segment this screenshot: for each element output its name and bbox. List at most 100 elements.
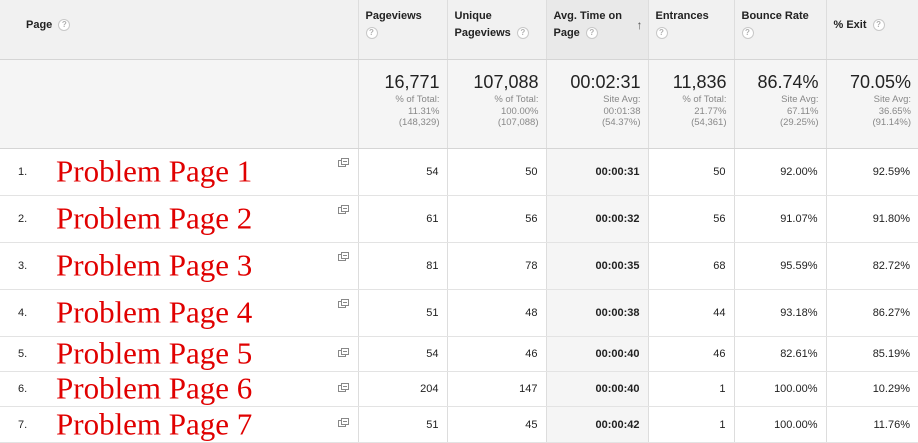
page-link[interactable]: Problem Page 1: [56, 154, 252, 188]
page-link[interactable]: Problem Page 4: [56, 295, 252, 329]
page-link[interactable]: Problem Page 2: [56, 201, 252, 235]
entrances-cell: 68: [647, 242, 734, 290]
row-index: 6.: [18, 383, 28, 395]
entrances-cell: 44: [647, 289, 734, 337]
open-page-icon[interactable]: [337, 252, 349, 261]
table-row: 6. Problem Page 6 204 147 00:00:40 1 100…: [0, 371, 918, 407]
bounce-rate-cell: 95.59%: [733, 242, 826, 290]
summary-value: 00:02:31: [570, 72, 641, 92]
unique-pageviews-cell: 147: [446, 371, 546, 407]
summary-caption: % of Total:: [395, 94, 440, 105]
unique-pageviews-cell: 56: [446, 195, 546, 243]
help-icon[interactable]: ?: [655, 27, 668, 39]
column-header-label: Page: [26, 19, 53, 31]
summary-unique-pageviews: 107,088 % of Total: 100.00% (107,088): [446, 59, 546, 149]
help-icon[interactable]: ?: [516, 27, 529, 40]
row-index: 5.: [18, 348, 28, 360]
open-page-icon[interactable]: [337, 299, 349, 308]
page-cell: 2. Problem Page 2: [0, 195, 358, 243]
column-header-avg-time-on-page[interactable]: Avg. Time on Page ? ↑: [545, 0, 648, 60]
avg-time-cell: 00:00:38: [545, 289, 648, 337]
open-page-icon[interactable]: [337, 205, 349, 214]
summary-caption: Site Avg:: [781, 94, 819, 105]
row-index: 2.: [18, 213, 28, 225]
table-row: 7. Problem Page 7 51 45 00:00:42 1 100.0…: [0, 406, 918, 443]
help-icon[interactable]: ?: [741, 27, 754, 39]
unique-pageviews-cell: 45: [446, 406, 546, 443]
row-index: 3.: [18, 260, 28, 272]
column-header-page[interactable]: Page ?: [0, 0, 358, 60]
summary-value: 86.74%: [757, 72, 819, 92]
bounce-rate-cell: 92.00%: [733, 148, 826, 196]
entrances-cell: 50: [647, 148, 734, 196]
help-icon[interactable]: ?: [872, 19, 885, 32]
summary-caption: % of Total:: [682, 94, 727, 105]
table-row: 3. Problem Page 3 81 78 00:00:35 68 95.5…: [0, 242, 918, 290]
exit-cell: 82.72%: [825, 242, 918, 290]
avg-time-cell: 00:00:35: [545, 242, 648, 290]
page-link[interactable]: Problem Page 3: [56, 248, 252, 282]
entrances-cell: 1: [647, 371, 734, 407]
page-cell: 6. Problem Page 6: [0, 371, 358, 407]
summary-caption: Site Avg:: [603, 94, 641, 105]
page-link[interactable]: Problem Page 7: [56, 407, 252, 441]
header-row: Page ? Pageviews ? Unique Pageviews ? Av…: [0, 0, 918, 60]
column-header-label: Pageviews: [365, 10, 422, 22]
help-icon[interactable]: ?: [365, 27, 378, 39]
exit-cell: 92.59%: [825, 148, 918, 196]
column-header-label-line1: Avg. Time on: [553, 10, 622, 22]
avg-time-cell: 00:00:32: [545, 195, 648, 243]
page-cell: 7. Problem Page 7: [0, 406, 358, 443]
avg-time-cell: 00:00:40: [545, 336, 648, 372]
summary-avg-time: 00:02:31 Site Avg: 00:01:38 (54.37%): [545, 59, 648, 149]
sort-ascending-icon[interactable]: ↑: [637, 17, 643, 34]
pageviews-cell: 204: [357, 371, 447, 407]
exit-cell: 10.29%: [825, 371, 918, 407]
table-row: 2. Problem Page 2 61 56 00:00:32 56 91.0…: [0, 195, 918, 243]
column-header-pageviews[interactable]: Pageviews ?: [357, 0, 447, 60]
help-icon[interactable]: ?: [58, 19, 71, 32]
summary-percent: 100.00%: [500, 105, 539, 117]
column-header-exit[interactable]: % Exit ?: [825, 0, 918, 60]
exit-cell: 91.80%: [825, 195, 918, 243]
open-page-icon[interactable]: [337, 418, 349, 427]
summary-value: 11,836: [672, 72, 727, 92]
pageviews-cell: 54: [357, 336, 447, 372]
bounce-rate-cell: 91.07%: [733, 195, 826, 243]
column-header-bounce-rate[interactable]: Bounce Rate ?: [733, 0, 826, 60]
column-header-unique-pageviews[interactable]: Unique Pageviews ?: [446, 0, 546, 60]
column-header-entrances[interactable]: Entrances ?: [647, 0, 734, 60]
summary-percent: (29.25%): [779, 117, 819, 128]
summary-percent: (54.37%): [601, 117, 641, 128]
exit-cell: 86.27%: [825, 289, 918, 337]
entrances-cell: 46: [647, 336, 734, 372]
exit-cell: 85.19%: [825, 336, 918, 372]
column-header-label-line2: Pageviews: [454, 27, 511, 39]
summary-total: (54,361): [691, 117, 727, 128]
table-row: 4. Problem Page 4 51 48 00:00:38 44 93.1…: [0, 289, 918, 337]
page-cell: 5. Problem Page 5: [0, 336, 358, 372]
help-icon[interactable]: ?: [585, 27, 598, 40]
pageviews-cell: 51: [357, 289, 447, 337]
open-page-icon[interactable]: [337, 348, 349, 357]
row-index: 1.: [18, 166, 28, 178]
open-page-icon[interactable]: [337, 158, 349, 167]
pageviews-cell: 54: [357, 148, 447, 196]
unique-pageviews-cell: 50: [446, 148, 546, 196]
summary-percent: 11.31%: [407, 105, 440, 117]
column-header-label: % Exit: [833, 19, 867, 31]
page-cell: 4. Problem Page 4: [0, 289, 358, 337]
avg-time-cell: 00:00:40: [545, 371, 648, 407]
summary-value: 70.05%: [849, 72, 911, 92]
summary-page-cell: [0, 59, 358, 149]
unique-pageviews-cell: 48: [446, 289, 546, 337]
bounce-rate-cell: 100.00%: [733, 371, 826, 407]
page-link[interactable]: Problem Page 5: [56, 337, 252, 371]
open-page-icon[interactable]: [337, 383, 349, 392]
summary-total: (148,329): [398, 117, 440, 128]
unique-pageviews-cell: 46: [446, 336, 546, 372]
summary-pageviews: 16,771 % of Total: 11.31% (148,329): [357, 59, 447, 149]
summary-caption: % of Total:: [494, 94, 539, 105]
page-link[interactable]: Problem Page 6: [56, 372, 252, 406]
pageviews-cell: 81: [357, 242, 447, 290]
